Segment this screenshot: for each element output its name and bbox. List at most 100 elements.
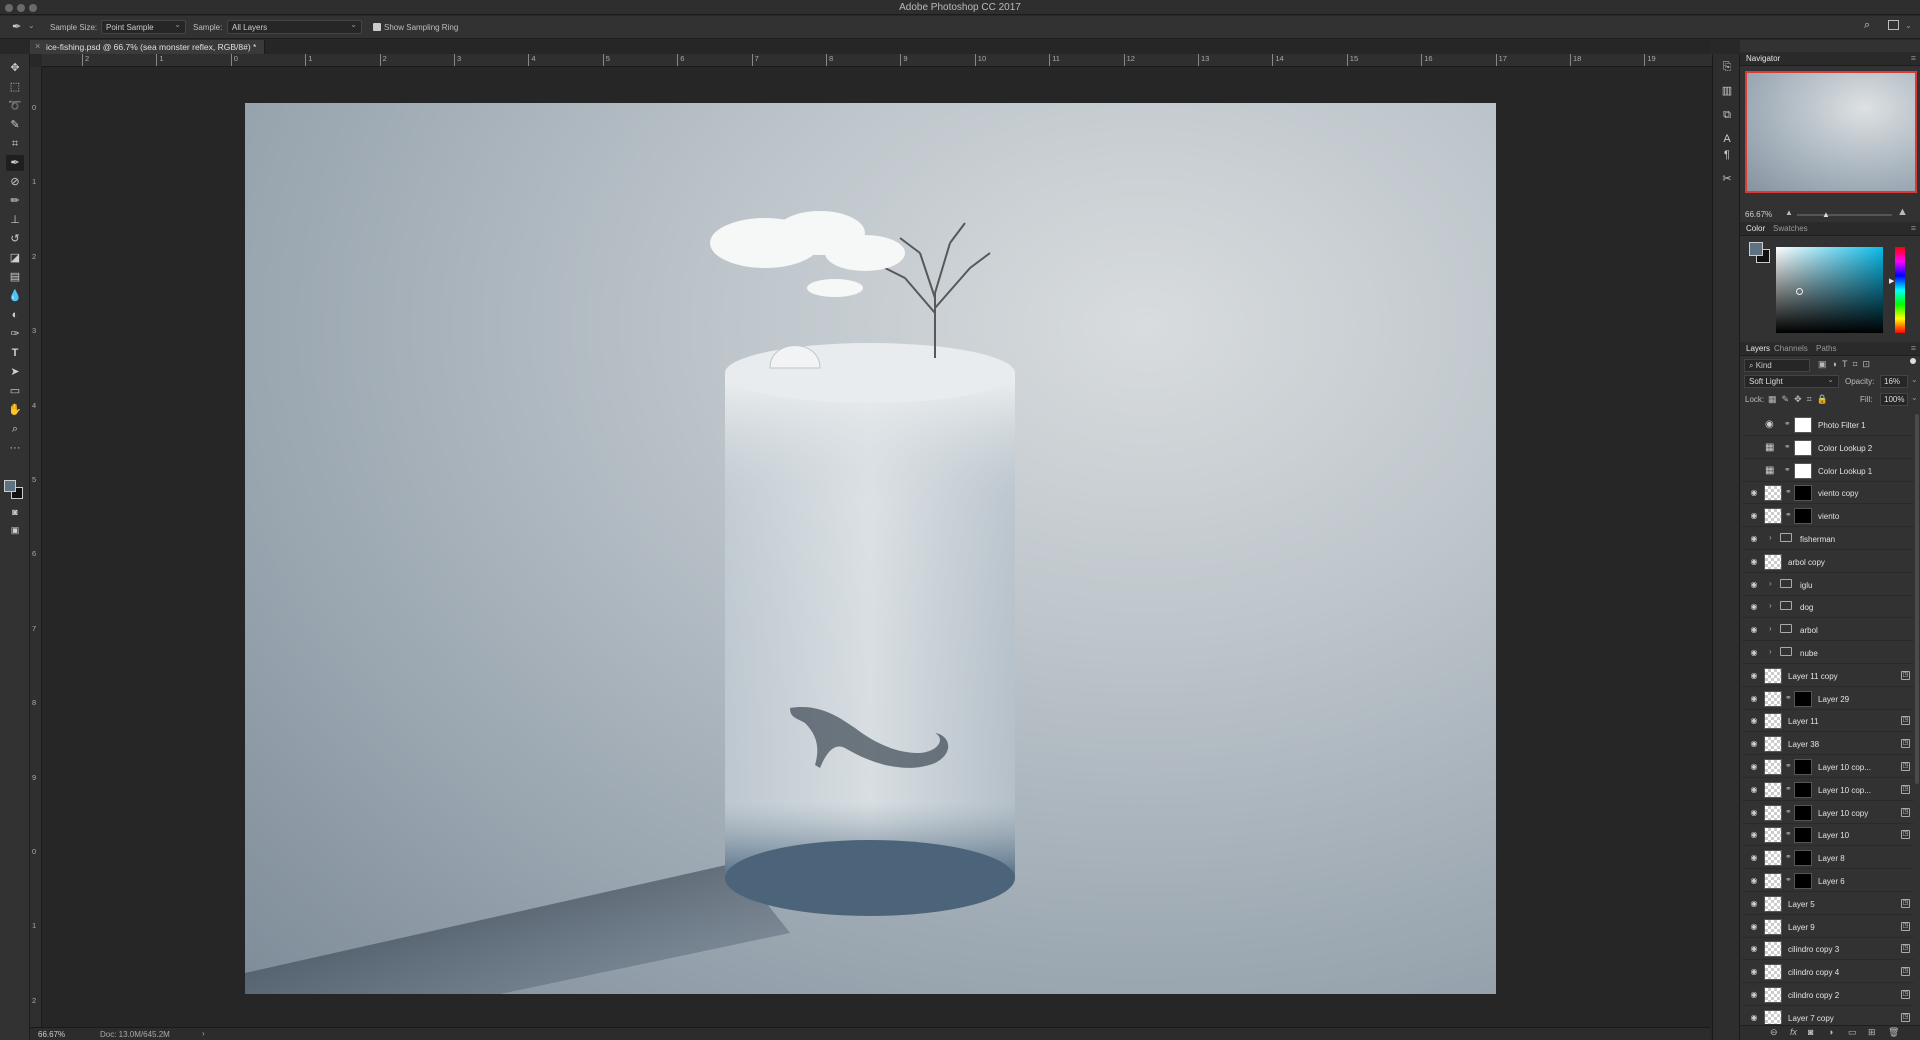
visibility-eye-icon[interactable]: ◉: [1749, 990, 1759, 1000]
foreground-color-swatch[interactable]: [4, 480, 16, 492]
layer-row[interactable]: ◉ Layer 11 ◳: [1742, 710, 1914, 733]
link-icon[interactable]: ⚭: [1784, 442, 1791, 451]
zoom-slider-thumb[interactable]: ▲: [1822, 210, 1830, 219]
layer-row[interactable]: ◉ cilindro copy 2 ◳: [1742, 984, 1914, 1006]
visibility-eye-icon[interactable]: ◉: [1749, 876, 1759, 886]
healing-brush-tool-icon[interactable]: ⊘: [6, 174, 24, 190]
layer-row[interactable]: ◉ Layer 9 ◳: [1742, 916, 1914, 938]
show-sampling-ring-checkbox[interactable]: [373, 23, 381, 31]
histogram-icon[interactable]: ▥: [1718, 82, 1736, 100]
paragraph-icon[interactable]: ¶: [1718, 146, 1736, 164]
fx-icon[interactable]: fx: [1790, 1027, 1797, 1037]
layer-thumbnail[interactable]: [1764, 667, 1782, 684]
link-icon[interactable]: ⚭: [1785, 693, 1792, 702]
layer-thumbnail[interactable]: [1764, 508, 1782, 525]
layer-row[interactable]: ◉ Layer 38 ◳: [1742, 733, 1914, 756]
blend-mode-select[interactable]: Soft Light ⌄: [1744, 375, 1839, 388]
layer-thumbnail[interactable]: [1764, 873, 1782, 889]
quick-mask-icon[interactable]: ◙: [6, 504, 24, 520]
tab-swatches[interactable]: Swatches: [1773, 224, 1808, 233]
zoom-in-icon[interactable]: ▲: [1897, 206, 1908, 218]
sample-size-select[interactable]: Point Sample: [101, 20, 186, 34]
layer-thumbnail[interactable]: [1764, 964, 1782, 981]
color-picker-cursor[interactable]: [1796, 288, 1803, 295]
status-menu-arrow-icon[interactable]: ›: [202, 1029, 205, 1038]
layer-row[interactable]: ◉ ⚭ Layer 10 cop... ◳: [1742, 756, 1914, 778]
layer-thumbnail[interactable]: [1764, 850, 1782, 867]
pen-tool-icon[interactable]: ✑: [6, 326, 24, 342]
add-mask-icon[interactable]: ◙: [1808, 1027, 1813, 1037]
layer-row[interactable]: ◉ ⚭ Photo Filter 1: [1742, 414, 1914, 436]
layer-row[interactable]: ◉ › iglu: [1742, 574, 1914, 596]
hue-slider-arrow-icon[interactable]: ▶: [1889, 277, 1894, 285]
layer-thumbnail[interactable]: [1764, 918, 1782, 935]
link-icon[interactable]: ⚭: [1785, 761, 1792, 770]
visibility-eye-icon[interactable]: ◉: [1749, 944, 1759, 954]
search-icon[interactable]: ⌕: [1864, 19, 1870, 32]
layer-row[interactable]: ◉ ⚭ Layer 10 cop... ◳: [1742, 779, 1914, 801]
path-selection-tool-icon[interactable]: ➤: [6, 364, 24, 380]
layer-row[interactable]: ◉ ⚭ Layer 6: [1742, 870, 1914, 892]
expand-arrow-icon[interactable]: ›: [1769, 533, 1772, 542]
layer-row[interactable]: ◉ ⚭ viento copy: [1742, 482, 1914, 505]
lasso-tool-icon[interactable]: ➰: [6, 98, 24, 114]
layer-row[interactable]: ◉ ⚭ Layer 29: [1742, 688, 1914, 710]
visibility-eye-icon[interactable]: ◉: [1749, 853, 1759, 863]
tab-channels[interactable]: Channels: [1774, 344, 1808, 353]
layer-thumbnail[interactable]: [1764, 1009, 1782, 1024]
layer-row[interactable]: ◉ arbol copy: [1742, 551, 1914, 573]
visibility-eye-icon[interactable]: ◉: [1749, 716, 1759, 726]
link-icon[interactable]: ⚭: [1785, 784, 1792, 793]
lock-image-icon[interactable]: ✎: [1782, 394, 1795, 404]
layers-list[interactable]: ◉ ⚭ Photo Filter 1 ▦ ⚭ Color Lookup 2 ▦ ⚭ Color …: [1742, 414, 1914, 1024]
layer-thumbnail[interactable]: [1764, 553, 1782, 570]
blur-tool-icon[interactable]: 💧: [6, 288, 24, 304]
layer-mask-thumbnail[interactable]: [1794, 804, 1812, 821]
brush-tool-icon[interactable]: ✏: [6, 193, 24, 209]
rectangle-tool-icon[interactable]: ▭: [6, 383, 24, 399]
expand-arrow-icon[interactable]: ›: [1769, 647, 1772, 656]
layers-scrollbar[interactable]: [1915, 414, 1919, 784]
layer-thumbnail[interactable]: [1764, 804, 1782, 821]
layer-thumbnail[interactable]: [1764, 827, 1782, 844]
dodge-tool-icon[interactable]: ◐: [6, 307, 24, 323]
layer-thumbnail[interactable]: [1764, 485, 1782, 502]
quick-selection-tool-icon[interactable]: ✎: [6, 117, 24, 133]
visibility-eye-icon[interactable]: ◉: [1749, 580, 1759, 590]
trash-icon[interactable]: 🗑: [1888, 1027, 1899, 1038]
tab-paths[interactable]: Paths: [1816, 344, 1836, 353]
canvas-area[interactable]: [42, 67, 1712, 1027]
workspace-icon[interactable]: [1888, 20, 1899, 30]
adjustment-layer-icon[interactable]: ◑: [1828, 1027, 1833, 1037]
close-tab-icon[interactable]: ×: [35, 41, 40, 51]
move-tool-icon[interactable]: ✥: [6, 60, 24, 76]
layer-mask-thumbnail[interactable]: [1794, 827, 1812, 844]
layer-row[interactable]: ◉ › fisherman: [1742, 528, 1914, 550]
layer-mask-thumbnail[interactable]: [1794, 439, 1812, 456]
filter-smart-object-icon[interactable]: ⊡: [1863, 359, 1876, 369]
layer-row[interactable]: ◉ › dog: [1742, 596, 1914, 619]
layer-row[interactable]: ◉ Layer 5 ◳: [1742, 893, 1914, 915]
layer-thumbnail[interactable]: [1764, 895, 1782, 912]
visibility-eye-icon[interactable]: ◉: [1749, 602, 1759, 612]
link-icon[interactable]: ⚭: [1784, 419, 1791, 428]
expand-arrow-icon[interactable]: ›: [1769, 579, 1772, 588]
visibility-eye-icon[interactable]: ◉: [1749, 625, 1759, 635]
layer-thumbnail[interactable]: [1764, 690, 1782, 707]
link-icon[interactable]: ⚭: [1784, 465, 1791, 474]
link-layers-icon[interactable]: ⊖: [1770, 1027, 1778, 1038]
more-tools-icon[interactable]: ···: [6, 440, 24, 456]
visibility-eye-icon[interactable]: ◉: [1749, 694, 1759, 704]
document-tab[interactable]: × ice-fishing.psd @ 66.7% (sea monster r…: [30, 40, 266, 54]
visibility-eye-icon[interactable]: ◉: [1749, 671, 1759, 681]
crop-tool-icon[interactable]: ⌗: [6, 136, 24, 152]
layer-row[interactable]: ◉ Layer 11 copy ◳: [1742, 665, 1914, 687]
eyedropper-tool-icon[interactable]: ✒: [12, 20, 21, 33]
layer-mask-thumbnail[interactable]: [1794, 690, 1812, 707]
panel-menu-icon[interactable]: ≡: [1911, 53, 1916, 63]
marquee-tool-icon[interactable]: ⬚: [6, 79, 24, 95]
layer-mask-thumbnail[interactable]: [1794, 759, 1812, 775]
screen-mode-icon[interactable]: ▣: [6, 522, 24, 538]
chevron-down-icon[interactable]: ⌄: [1911, 375, 1918, 384]
layer-row[interactable]: ◉ cilindro copy 3 ◳: [1742, 938, 1914, 961]
